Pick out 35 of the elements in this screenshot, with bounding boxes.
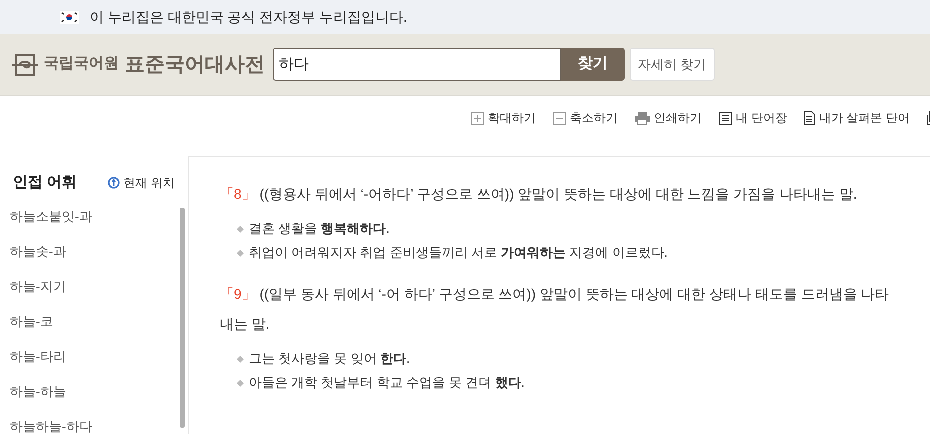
document-icon — [804, 111, 816, 125]
adjacent-word-link[interactable]: 하늘-코 — [0, 304, 180, 340]
scrollbar[interactable] — [180, 208, 185, 428]
definition-text: 「8」 ((형용사 뒤에서 ‘-어하다’ 구성으로 쓰여)) 앞말이 뜻하는 대상에 대한 느낌을 가짐을 나타내는 말. — [220, 185, 858, 204]
search-field[interactable]: 하다 — [273, 48, 561, 81]
adjacent-word-link[interactable]: 하늘솟-과 — [0, 234, 180, 270]
example-sentence: 취업이 어려워지자 취업 준비생들끼리 서로 가여워하는 지경에 이르렀다. — [249, 244, 668, 262]
sidebar-title: 인접 어휘 — [13, 173, 78, 193]
org-name: 국립국어원 — [44, 54, 119, 74]
location-icon — [108, 177, 120, 190]
toolbar-button[interactable]: 축소하기 — [552, 109, 618, 127]
minus-icon — [552, 112, 566, 124]
toolbar-button[interactable]: 확대하기 — [470, 109, 536, 127]
example-sentence: 그는 첫사랑을 못 잊어 한다. — [249, 350, 410, 368]
advanced-search-button[interactable]: 자세히 찾기 — [630, 48, 715, 81]
plus-icon — [470, 112, 484, 124]
printer-icon — [634, 112, 650, 124]
banner-text: 이 누리집은 대한민국 공식 전자정부 누리집입니다. — [90, 8, 408, 26]
toolbar-button[interactable]: 내 단어장 — [718, 109, 788, 127]
list-icon — [718, 112, 732, 124]
toolbar-button[interactable]: 내가 살펴본 단어 — [804, 109, 910, 127]
flag-icon — [60, 10, 79, 24]
site-title: 표준국어대사전 — [125, 52, 265, 78]
adjacent-word-link[interactable]: 하늘-타리 — [0, 340, 180, 374]
toolbar-button[interactable]: 인쇄하기 — [634, 109, 702, 127]
current-position-link[interactable]: 현재 위치 — [108, 174, 175, 192]
logo-icon — [12, 54, 38, 76]
search-button[interactable]: 찾기 — [561, 48, 625, 81]
example-sentence: 아들은 개학 첫날부터 학교 수업을 못 견뎌 했다. — [249, 374, 525, 392]
adjacent-word-link[interactable]: 하늘-지기 — [0, 270, 180, 304]
example-sentence: 결혼 생활을 행복해하다. — [249, 220, 390, 238]
definition-text: 「9」 ((일부 동사 뒤에서 ‘-어 하다’ 구성으로 쓰여)) 앞말이 뜻하는 대상에 대한 상태나 태도를 드러냄을 나타내는 말. — [220, 285, 890, 334]
adjacent-word-link[interactable]: 하늘소붙잇-과 — [0, 200, 180, 234]
adjacent-word-link[interactable]: 하늘하늘-하다 — [0, 410, 180, 434]
adjacent-word-link[interactable]: 하늘-하늘 — [0, 374, 180, 410]
